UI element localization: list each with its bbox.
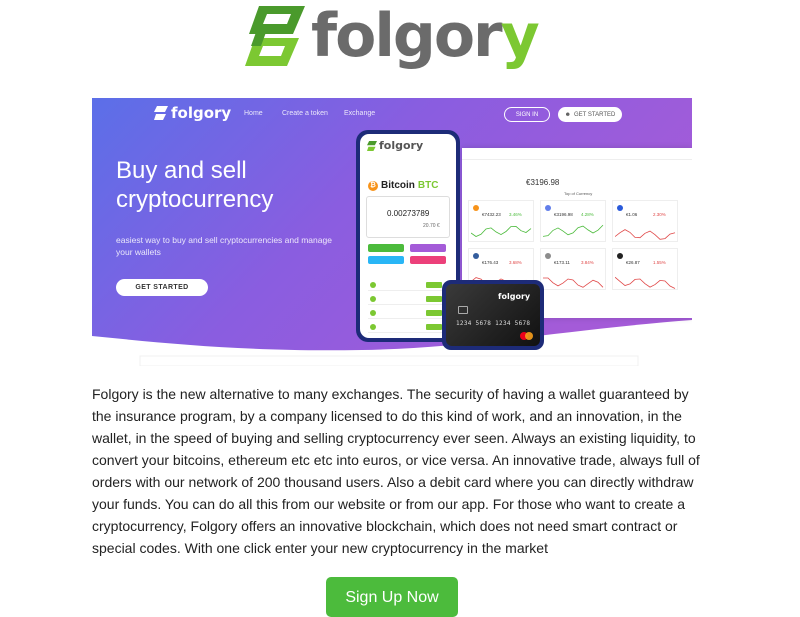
- phone-list-row: [368, 280, 446, 291]
- mastercard-icon-overlap: [525, 332, 533, 340]
- row-button: [426, 296, 442, 302]
- folgory-logo-icon: [245, 4, 307, 68]
- dashboard-tile: €1.06 2.30%: [612, 200, 678, 242]
- hero-nav-home[interactable]: Home: [244, 110, 263, 117]
- wordmark-main: folgor: [311, 1, 503, 71]
- phone-logo-icon: [367, 140, 377, 151]
- hero-subtitle: easiest way to buy and sell cryptocurren…: [116, 235, 332, 257]
- hero-get-started-nav-label: GET STARTED: [573, 111, 616, 118]
- tile-value: €176.43: [482, 260, 499, 265]
- hero-sign-in-button[interactable]: SIGN IN: [504, 107, 550, 122]
- sign-up-now-button[interactable]: Sign Up Now: [326, 577, 458, 617]
- tile-change: 4.28%: [581, 212, 594, 217]
- coin-dot-icon: [370, 296, 376, 302]
- folgory-logo[interactable]: folgory: [245, 0, 545, 72]
- hero-get-started-nav-button[interactable]: ☻ GET STARTED: [558, 107, 622, 122]
- phone-balance-amount: 0.00273789: [387, 209, 430, 218]
- hero-nav-exchange[interactable]: Exchange: [344, 110, 375, 117]
- phone-list-row: [368, 294, 446, 305]
- coin-icon: [473, 205, 479, 211]
- tile-change: 1.55%: [653, 260, 666, 265]
- row-button: [426, 324, 442, 330]
- hero-nav-logo-icon: [154, 106, 168, 120]
- tile-value: €1.06: [626, 212, 638, 217]
- phone-action-button: [410, 244, 446, 252]
- hero-nav: folgory Home Create a token Exchange SIG…: [92, 98, 692, 130]
- dashboard-topbar: [462, 148, 692, 160]
- tile-sparkline: [471, 225, 532, 237]
- tile-value: €173.11: [554, 260, 570, 265]
- row-button: [426, 282, 442, 288]
- bitcoin-icon: ₿: [368, 180, 378, 191]
- dashboard-tile: €173.11 3.84%: [540, 248, 606, 290]
- tile-value: €3196.98: [554, 212, 573, 217]
- phone-list-row: [368, 308, 446, 319]
- tile-value: €7432.23: [482, 212, 501, 217]
- card-logo-text: folgory: [498, 292, 531, 301]
- tile-change: 3.84%: [581, 260, 594, 265]
- hero-nav-logo-text: folgory: [171, 104, 232, 122]
- tile-change: 3.46%: [509, 212, 522, 217]
- user-icon: ☻: [564, 111, 571, 118]
- coin-icon: [617, 253, 623, 259]
- coin-icon: [545, 205, 551, 211]
- tile-sparkline: [543, 277, 604, 288]
- coin-icon: [617, 205, 623, 211]
- hero-nav-create-token[interactable]: Create a token: [282, 110, 328, 117]
- coin-dot-icon: [370, 324, 376, 330]
- tile-sparkline: [615, 276, 676, 289]
- wordmark-accent: y: [500, 1, 540, 71]
- sign-up-now-label: Sign Up Now: [345, 589, 439, 606]
- phone-action-button: [368, 244, 404, 252]
- dashboard-tile: €7432.23 3.46%: [468, 200, 534, 242]
- hero-title: Buy and sell cryptocurrency: [116, 157, 274, 213]
- phone-balance-card: 0.00273789 20.70 €: [366, 196, 450, 238]
- hero-banner[interactable]: folgory Home Create a token Exchange SIG…: [92, 98, 692, 366]
- coin-icon: [473, 253, 479, 259]
- phone-logo-text: folgory: [379, 139, 424, 152]
- dashboard-tile: €26.87 1.55%: [612, 248, 678, 290]
- dashboard-tile: €3196.98 4.28%: [540, 200, 606, 242]
- phone-balance-eur: 20.70 €: [423, 223, 440, 229]
- coin-icon: [545, 253, 551, 259]
- hero-get-started-button[interactable]: GET STARTED: [116, 279, 208, 296]
- phone-coin-title: ₿ Bitcoin BTC: [368, 180, 438, 191]
- coin-dot-icon: [370, 282, 376, 288]
- tile-sparkline: [543, 224, 604, 237]
- phone-action-button: [410, 256, 446, 264]
- coin-dot-icon: [370, 310, 376, 316]
- tile-change: 3.68%: [509, 260, 522, 265]
- hero-sign-in-label: SIGN IN: [515, 111, 539, 118]
- phone-coin-name: Bitcoin: [381, 180, 415, 191]
- hero-nav-logo: folgory: [154, 104, 231, 122]
- card-chip-icon: [458, 306, 468, 314]
- phone-list-row: [368, 322, 446, 333]
- card-logo: folgory: [498, 292, 530, 301]
- card-number: 1234 5678 1234 5678: [456, 320, 531, 327]
- tile-change: 2.30%: [653, 212, 666, 217]
- phone-logo: folgory: [367, 139, 423, 152]
- phone-action-button: [368, 256, 404, 264]
- dashboard-section-label: Top of Currency: [564, 191, 593, 196]
- row-button: [426, 310, 442, 316]
- tile-value: €26.87: [626, 260, 640, 265]
- dashboard-price: €3196.98: [526, 178, 560, 187]
- tile-sparkline: [615, 229, 676, 240]
- phone-coin-symbol: BTC: [417, 180, 439, 191]
- folgory-wordmark: folgory: [311, 6, 540, 66]
- card-phone-mockup: folgory 1234 5678 1234 5678: [442, 280, 544, 350]
- debit-card: folgory 1234 5678 1234 5678: [446, 284, 540, 346]
- description-paragraph: Folgory is the new alternative to many e…: [92, 386, 700, 556]
